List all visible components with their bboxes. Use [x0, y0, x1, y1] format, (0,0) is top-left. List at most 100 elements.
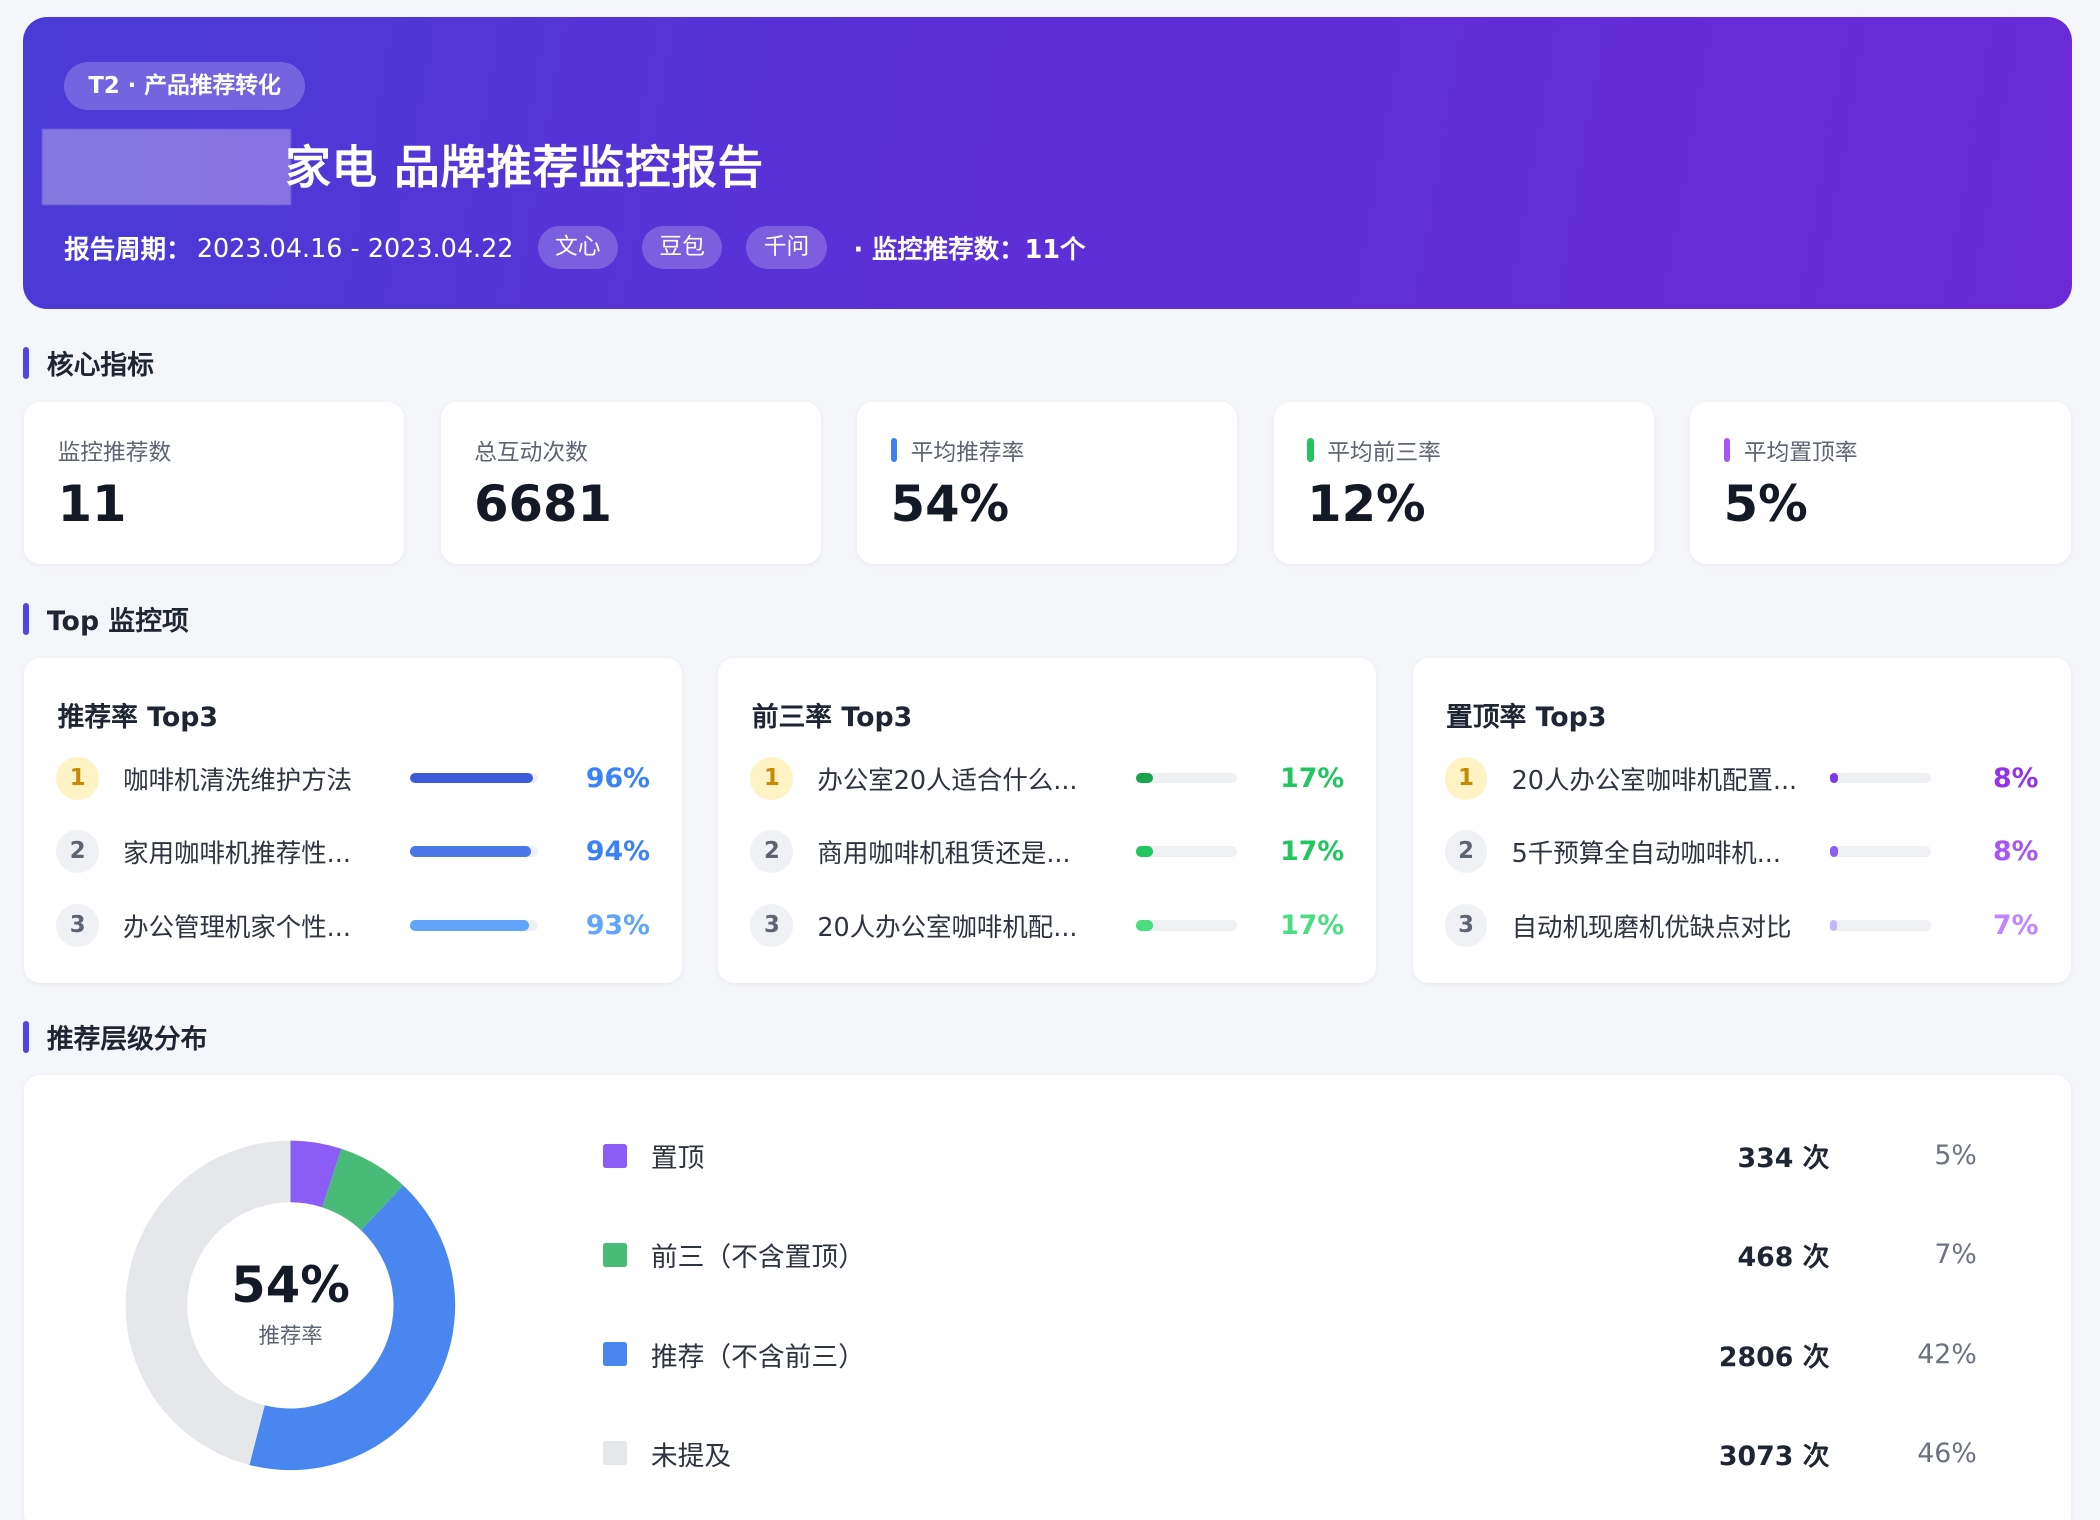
legend-percent: 42% [1917, 1338, 1977, 1370]
rank-badge: 2 [56, 830, 100, 874]
period-value: 2023.04.16 - 2023.04.22 [196, 232, 514, 263]
top-card-top3-rate: 前三率 Top3 1 办公室20人适合什么... 17% 2 商用咖啡机租赁还是... 1… [718, 657, 1377, 984]
rank-badge: 1 [750, 756, 794, 800]
kpi-card-avg-recommend-rate: 平均推荐率 54% [857, 401, 1238, 564]
item-name: 商用咖啡机租赁还是... [817, 838, 1071, 869]
rate-bar-track [1830, 772, 1931, 784]
rate-bar-track [1136, 846, 1237, 858]
kpi-accent-bar [1723, 438, 1731, 463]
kpi-card-total-interactions: 总互动次数 6681 [440, 401, 821, 564]
legend-row: 推荐（不含前三） 2806 次 42% [602, 1331, 1982, 1377]
redacted-brand-name [41, 128, 291, 205]
top-item-row: 1 咖啡机清洗维护方法 96% [56, 755, 650, 801]
rate-bar-fill [409, 846, 531, 858]
kpi-card-avg-pin-rate: 平均置顶率 5% [1690, 401, 2071, 564]
donut-center: 54% 推荐率 [123, 1138, 458, 1473]
kpi-accent-bar [890, 438, 898, 463]
rate-bar-fill [409, 920, 530, 931]
rank-badge: 3 [56, 904, 100, 947]
kpi-value: 11 [57, 475, 127, 534]
top-card-pin-rate: 置顶率 Top3 1 20人办公室咖啡机配置... 8% 2 5千预算全自动咖啡机...… [1412, 657, 2071, 984]
kpi-value: 12% [1307, 475, 1426, 534]
item-rate-value: 17% [1280, 909, 1345, 941]
section-top-items: Top 监控项 [22, 601, 189, 637]
period-label: 报告周期： [64, 234, 192, 265]
rank-badge: 1 [1444, 756, 1488, 800]
top-item-row: 3 自动机现磨机优缺点对比 7% [1444, 903, 2039, 949]
section-core-metrics: 核心指标 [22, 346, 154, 382]
donut-center-value: 54% [231, 1256, 350, 1315]
top-item-row: 2 5千预算全自动咖啡机... 8% [1444, 829, 2039, 875]
item-rate-value: 7% [1992, 909, 2039, 941]
item-name: 5千预算全自动咖啡机... [1511, 838, 1781, 869]
kpi-row: 监控推荐数 11 总互动次数 6681 平均推荐率 54% 平均前三率 12% … [24, 401, 2071, 564]
rate-bar-fill [1136, 772, 1154, 784]
legend-label: 前三（不含置顶） [650, 1242, 865, 1274]
model-tag-qianwen: 千问 [746, 226, 827, 270]
kpi-label: 平均置顶率 [1723, 434, 1857, 467]
rate-bar-track [409, 920, 539, 931]
rate-bar-fill [409, 772, 534, 784]
section-accent-bar [22, 1020, 30, 1053]
legend-row: 前三（不含置顶） 468 次 7% [602, 1232, 1982, 1278]
rank-badge: 2 [1444, 830, 1488, 874]
report-header: T2 · 产品推荐转化 家电 品牌推荐监控报告 报告周期： 2023.04.16… [22, 17, 2072, 310]
model-tag-doubao: 豆包 [641, 226, 723, 270]
top-cards-row: 推荐率 Top3 1 咖啡机清洗维护方法 96% 2 家用咖啡机推荐性... 94% 3 办公… [24, 657, 2071, 984]
rate-bar-track [1136, 772, 1237, 784]
item-name: 20人办公室咖啡机配置... [1511, 764, 1798, 795]
top-item-row: 2 家用咖啡机推荐性... 94% [56, 829, 650, 875]
section-title: 核心指标 [46, 350, 154, 382]
rate-bar-fill [1830, 920, 1838, 931]
card-title: 推荐率 Top3 [57, 702, 219, 734]
section-accent-bar [22, 602, 30, 635]
distribution-card: 54% 推荐率 置顶 334 次 5% 前三（不含置顶） 468 次 7% 推荐（不含前三）… [24, 1075, 2071, 1520]
kpi-value: 54% [890, 475, 1010, 534]
item-rate-value: 8% [1992, 836, 2039, 868]
rank-badge: 1 [56, 756, 100, 800]
model-tag-wenxin: 文心 [537, 226, 618, 270]
rate-bar-track [1136, 920, 1237, 931]
page-title: 家电 品牌推荐监控报告 [285, 141, 764, 195]
rate-bar-fill [1830, 772, 1839, 784]
top-item-row: 3 办公管理机家个性... 93% [56, 903, 650, 949]
report-meta: 报告周期： 2023.04.16 - 2023.04.22 文心 豆包 千问 ·… [64, 225, 1085, 271]
kpi-card-avg-top3-rate: 平均前三率 12% [1273, 401, 1654, 564]
top-item-row: 3 20人办公室咖啡机配... 17% [750, 903, 1344, 949]
rate-bar-track [409, 846, 539, 858]
rate-bar-fill [1830, 846, 1839, 858]
legend-swatch [602, 1242, 627, 1267]
item-rate-value: 93% [585, 909, 650, 941]
rate-bar-track [1830, 920, 1931, 931]
legend-label: 未提及 [650, 1440, 732, 1472]
top-card-recommend-rate: 推荐率 Top3 1 咖啡机清洗维护方法 96% 2 家用咖啡机推荐性... 94% 3 办公… [24, 657, 683, 984]
section-accent-bar [22, 346, 30, 379]
top-item-row: 2 商用咖啡机租赁还是... 17% [750, 829, 1344, 875]
legend-label: 推荐（不含前三） [650, 1341, 865, 1373]
legend-count: 468 次 [1737, 1242, 1830, 1274]
rate-bar-fill [1136, 920, 1154, 931]
legend-count: 2806 次 [1718, 1341, 1830, 1373]
legend-count: 3073 次 [1718, 1440, 1830, 1472]
legend-percent: 7% [1934, 1239, 1977, 1271]
kpi-card-monitor-count: 监控推荐数 11 [24, 401, 405, 564]
legend-row: 未提及 3073 次 46% [602, 1430, 1982, 1476]
monitor-count: · 监控推荐数：11个 [853, 234, 1086, 265]
legend-percent: 46% [1917, 1437, 1977, 1469]
kpi-label: 平均前三率 [1307, 434, 1441, 467]
donut-center-caption: 推荐率 [258, 1324, 323, 1350]
top-item-row: 1 办公室20人适合什么... 17% [750, 755, 1344, 801]
rank-badge: 2 [750, 830, 794, 874]
top-item-row: 1 20人办公室咖啡机配置... 8% [1444, 755, 2039, 801]
item-name: 家用咖啡机推荐性... [123, 838, 351, 869]
item-rate-value: 94% [585, 836, 650, 868]
legend-row: 置顶 334 次 5% [602, 1133, 1982, 1179]
kpi-value: 5% [1723, 475, 1808, 534]
item-name: 20人办公室咖啡机配... [817, 911, 1078, 942]
rank-badge: 3 [1444, 904, 1488, 947]
kpi-label: 总互动次数 [474, 439, 588, 466]
item-rate-value: 8% [1992, 762, 2039, 794]
kpi-label: 平均推荐率 [890, 434, 1024, 467]
item-name: 咖啡机清洗维护方法 [123, 764, 353, 795]
item-rate-value: 96% [585, 762, 650, 794]
